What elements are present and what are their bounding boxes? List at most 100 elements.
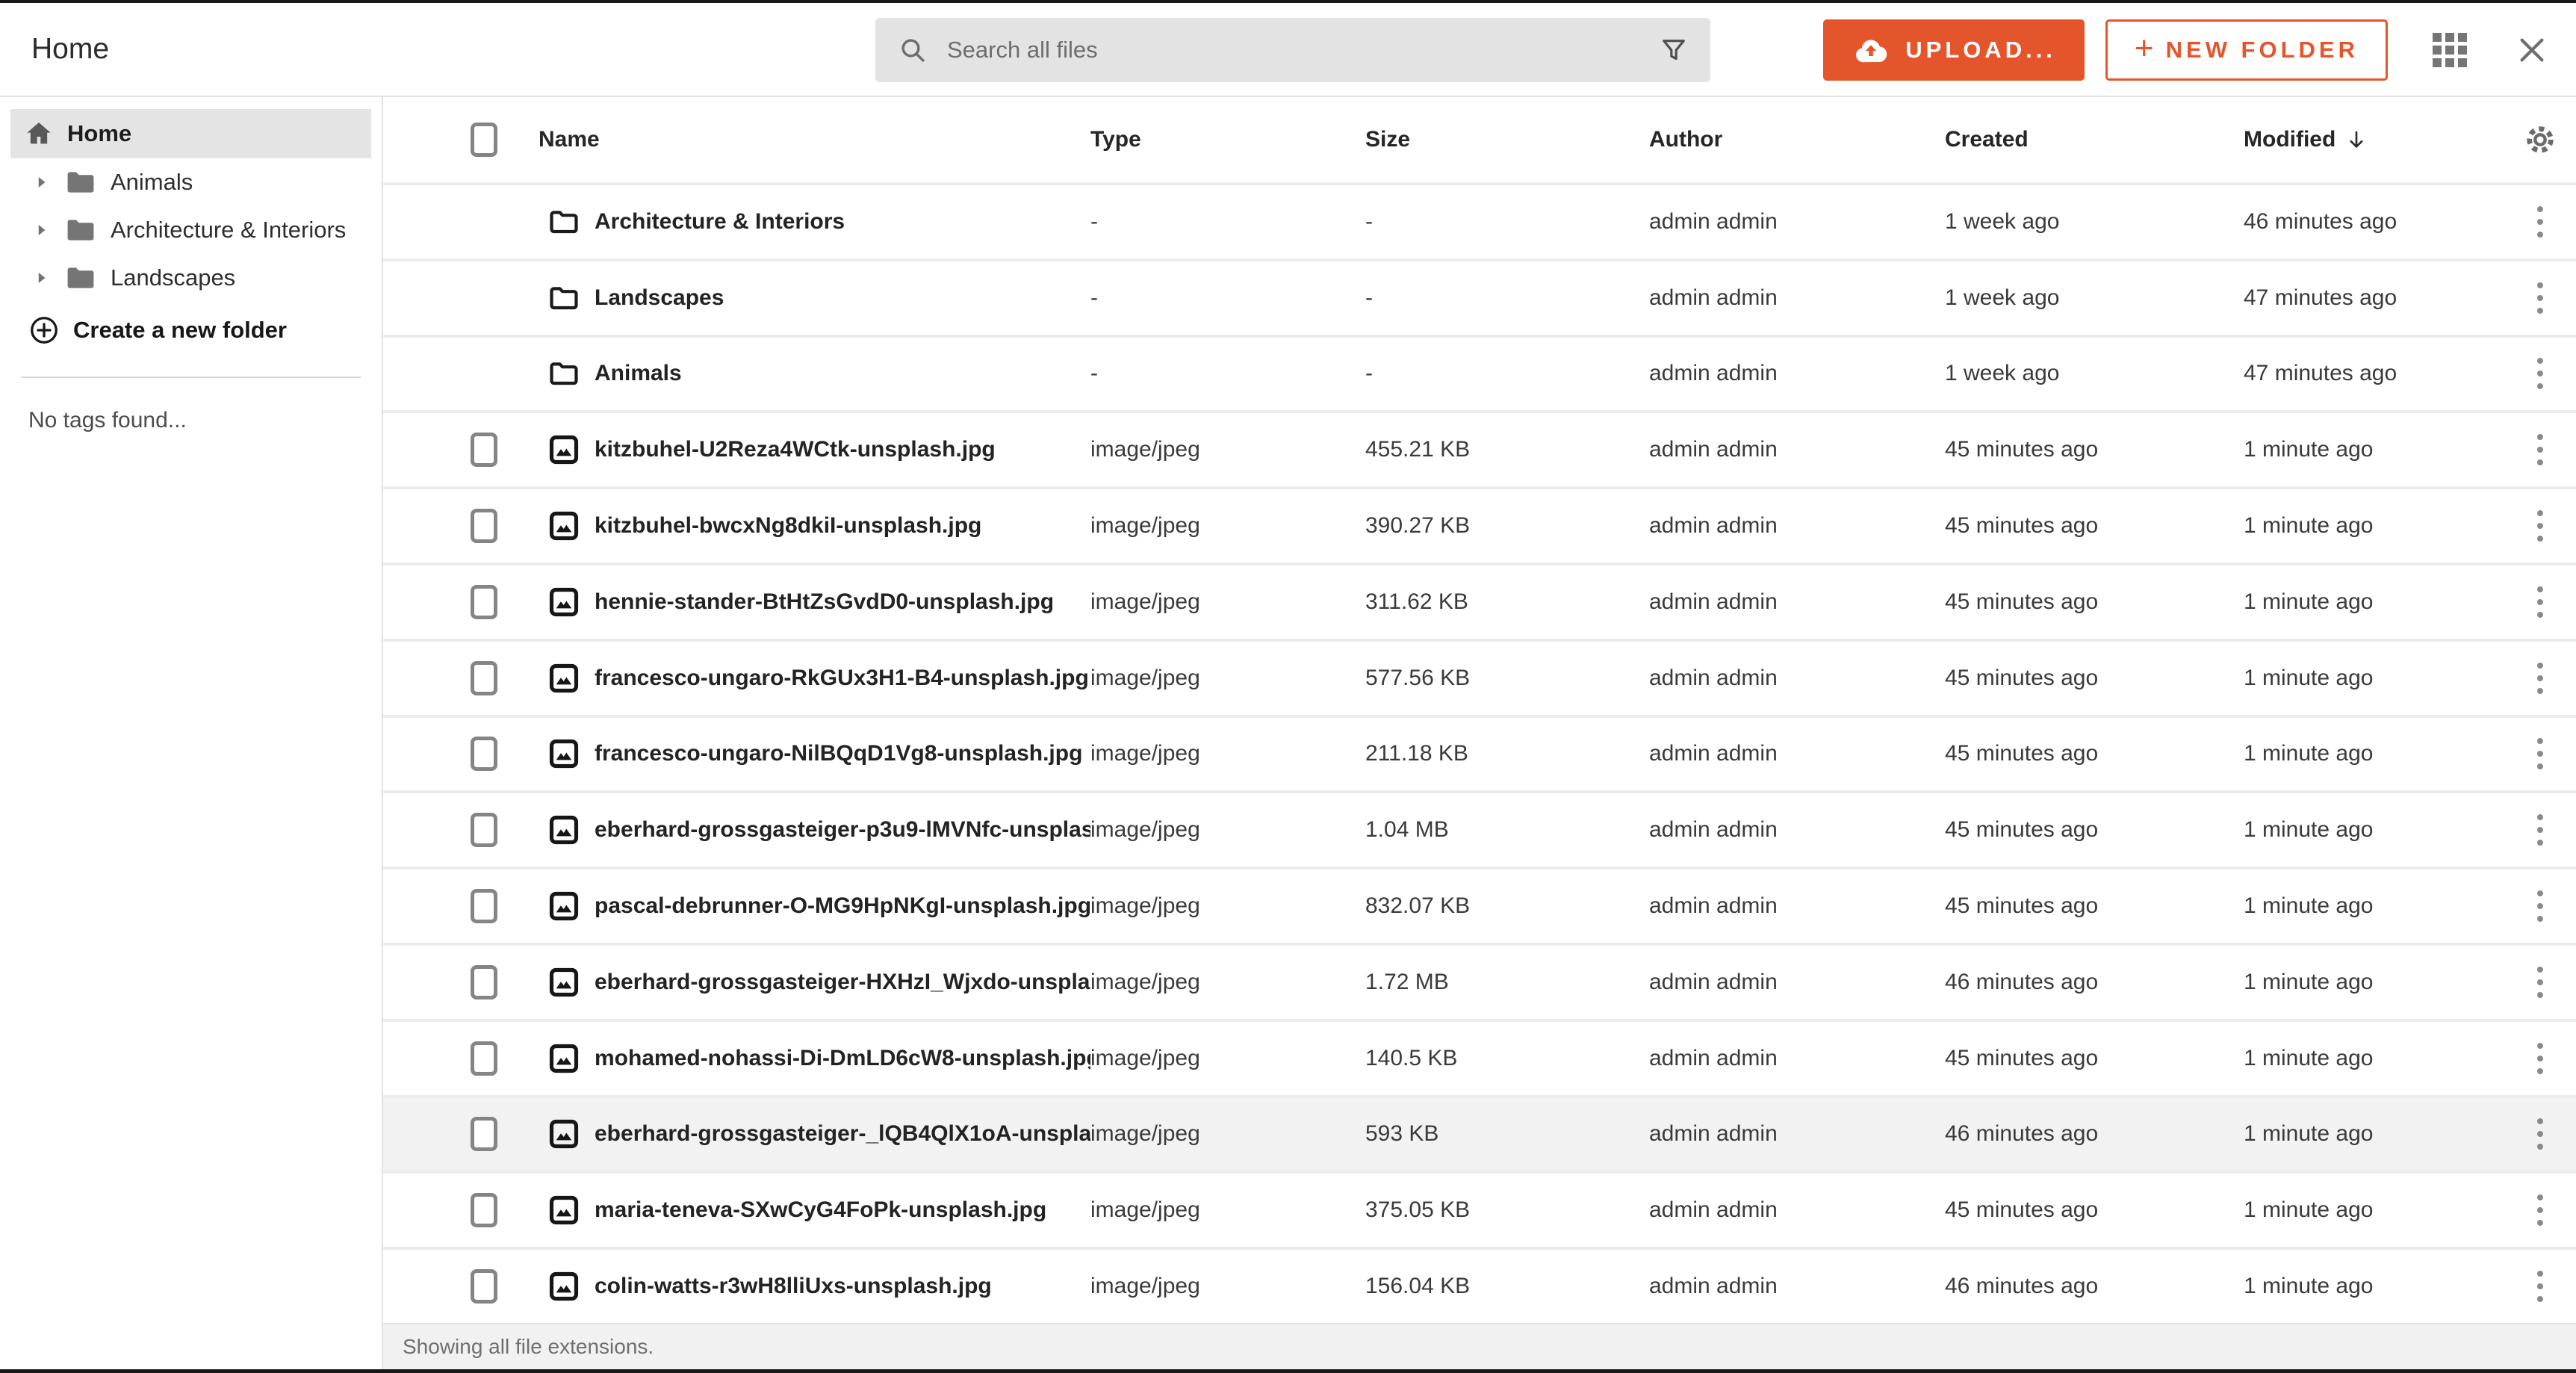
file-type: image/jpeg [1090, 817, 1365, 843]
folder-icon [547, 205, 581, 239]
row-menu-kebab-icon[interactable] [2530, 1187, 2551, 1233]
column-header-created[interactable]: Created [1945, 127, 2244, 152]
image-file-icon [547, 889, 581, 923]
row-checkbox[interactable] [471, 509, 497, 543]
file-name: francesco-ungaro-NilBQqD1Vg8-unsplash.jp… [595, 741, 1082, 766]
row-checkbox[interactable] [471, 1193, 497, 1227]
table-row[interactable]: kitzbuhel-U2Reza4WCtk-unsplash.jpg image… [383, 410, 2576, 486]
row-checkbox[interactable] [471, 1041, 497, 1076]
table-row[interactable]: francesco-ungaro-RkGUx3H1-B4-unsplash.jp… [383, 639, 2576, 715]
content-area: Home Animals [0, 97, 2576, 1369]
table-row[interactable]: Landscapes - - admin admin 1 week ago 47… [383, 258, 2576, 335]
row-menu-kebab-icon[interactable] [2530, 1035, 2551, 1082]
row-menu-kebab-icon[interactable] [2530, 959, 2551, 1005]
plus-icon: + [2135, 32, 2154, 65]
file-type: image/jpeg [1090, 893, 1365, 919]
row-menu-kebab-icon[interactable] [2530, 1263, 2551, 1310]
file-created: 45 minutes ago [1945, 513, 2244, 539]
file-name: maria-teneva-SXwCyG4FoPk-unsplash.jpg [595, 1197, 1046, 1223]
file-author: admin admin [1649, 513, 1945, 539]
table-row[interactable]: pascal-debrunner-O-MG9HpNKgI-unsplash.jp… [383, 867, 2576, 943]
row-checkbox[interactable] [471, 813, 497, 847]
row-menu-kebab-icon[interactable] [2530, 350, 2551, 397]
table-row[interactable]: eberhard-grossgasteiger-p3u9-lMVNfc-unsp… [383, 790, 2576, 867]
table-row[interactable]: hennie-stander-BtHtZsGvdD0-unsplash.jpg … [383, 562, 2576, 639]
table-row[interactable]: mohamed-nohassi-Di-DmLD6cW8-unsplash.jpg… [383, 1019, 2576, 1095]
row-checkbox[interactable] [471, 585, 497, 619]
file-author: admin admin [1649, 285, 1945, 311]
sidebar-item-architecture-interiors[interactable]: Architecture & Interiors [0, 206, 382, 254]
file-size: 593 KB [1365, 1121, 1649, 1147]
folder-icon [547, 281, 581, 315]
row-checkbox[interactable] [471, 889, 497, 923]
table-settings-gear-icon[interactable] [2504, 123, 2576, 157]
file-author: admin admin [1649, 817, 1945, 843]
create-new-folder-button[interactable]: Create a new folder [0, 302, 382, 359]
filter-icon[interactable] [1660, 36, 1688, 64]
sidebar-item-landscapes[interactable]: Landscapes [0, 254, 382, 302]
file-name: eberhard-grossgasteiger-p3u9-lMVNfc-unsp… [595, 817, 1090, 843]
row-checkbox[interactable] [471, 1269, 497, 1304]
row-menu-kebab-icon[interactable] [2530, 731, 2551, 777]
status-bar: Showing all file extensions. [383, 1323, 2576, 1369]
column-header-modified[interactable]: Modified [2244, 127, 2504, 152]
column-header-type[interactable]: Type [1090, 127, 1365, 152]
file-created: 45 minutes ago [1945, 1197, 2244, 1223]
row-menu-kebab-icon[interactable] [2530, 503, 2551, 549]
column-header-name[interactable]: Name [539, 127, 1090, 152]
grid-view-icon[interactable] [2433, 33, 2467, 67]
row-menu-kebab-icon[interactable] [2530, 579, 2551, 625]
file-modified: 1 minute ago [2244, 666, 2504, 691]
column-header-author[interactable]: Author [1649, 127, 1945, 152]
file-type: image/jpeg [1090, 437, 1365, 462]
row-checkbox[interactable] [471, 661, 497, 695]
cloud-upload-icon [1852, 34, 1890, 66]
file-type: image/jpeg [1090, 589, 1365, 615]
file-author: admin admin [1649, 741, 1945, 766]
file-created: 46 minutes ago [1945, 970, 2244, 995]
search-input[interactable] [946, 36, 1660, 64]
search-bar[interactable] [875, 18, 1710, 82]
sort-desc-arrow-icon [2344, 128, 2368, 152]
table-row[interactable]: Architecture & Interiors - - admin admin… [383, 182, 2576, 258]
table-row[interactable]: Animals - - admin admin 1 week ago 47 mi… [383, 335, 2576, 411]
table-row[interactable]: kitzbuhel-bwcxNg8dkiI-unsplash.jpg image… [383, 486, 2576, 562]
row-checkbox[interactable] [471, 965, 497, 999]
upload-button[interactable]: UPLOAD... [1823, 19, 2085, 81]
table-row[interactable]: eberhard-grossgasteiger-_lQB4QlX1oA-unsp… [383, 1095, 2576, 1171]
new-folder-button[interactable]: + NEW FOLDER [2105, 19, 2388, 81]
select-all-checkbox[interactable] [471, 123, 497, 157]
column-header-size[interactable]: Size [1365, 127, 1649, 152]
file-author: admin admin [1649, 1274, 1945, 1299]
close-icon[interactable] [2515, 33, 2549, 67]
file-created: 45 minutes ago [1945, 741, 2244, 766]
image-file-icon [547, 585, 581, 619]
row-menu-kebab-icon[interactable] [2530, 427, 2551, 473]
row-menu-kebab-icon[interactable] [2530, 807, 2551, 853]
row-checkbox[interactable] [471, 1117, 497, 1151]
row-menu-kebab-icon[interactable] [2530, 275, 2551, 321]
row-menu-kebab-icon[interactable] [2530, 883, 2551, 929]
folder-icon [547, 356, 581, 391]
row-menu-kebab-icon[interactable] [2530, 655, 2551, 701]
row-menu-kebab-icon[interactable] [2530, 199, 2551, 245]
file-size: 1.72 MB [1365, 970, 1649, 995]
file-author: admin admin [1649, 893, 1945, 919]
table-row[interactable]: colin-watts-r3wH8lliUxs-unsplash.jpg ima… [383, 1247, 2576, 1323]
sidebar-item-animals[interactable]: Animals [0, 158, 382, 206]
row-menu-kebab-icon[interactable] [2530, 1111, 2551, 1157]
chevron-right-icon[interactable] [31, 220, 54, 240]
app-window: Home UPLO [0, 0, 2576, 1373]
row-checkbox[interactable] [471, 737, 497, 771]
table-row[interactable]: maria-teneva-SXwCyG4FoPk-unsplash.jpg im… [383, 1171, 2576, 1247]
row-checkbox[interactable] [471, 433, 497, 467]
table-row[interactable]: eberhard-grossgasteiger-HXHzI_Wjxdo-unsp… [383, 943, 2576, 1019]
file-name: eberhard-grossgasteiger-HXHzI_Wjxdo-unsp… [595, 970, 1090, 995]
file-size: 832.07 KB [1365, 893, 1649, 919]
chevron-right-icon[interactable] [31, 268, 54, 288]
file-modified: 1 minute ago [2244, 1197, 2504, 1223]
chevron-right-icon[interactable] [31, 173, 54, 192]
sidebar-item-home[interactable]: Home [10, 109, 371, 158]
table-body: Architecture & Interiors - - admin admin… [383, 182, 2576, 1323]
table-row[interactable]: francesco-ungaro-NilBQqD1Vg8-unsplash.jp… [383, 715, 2576, 791]
